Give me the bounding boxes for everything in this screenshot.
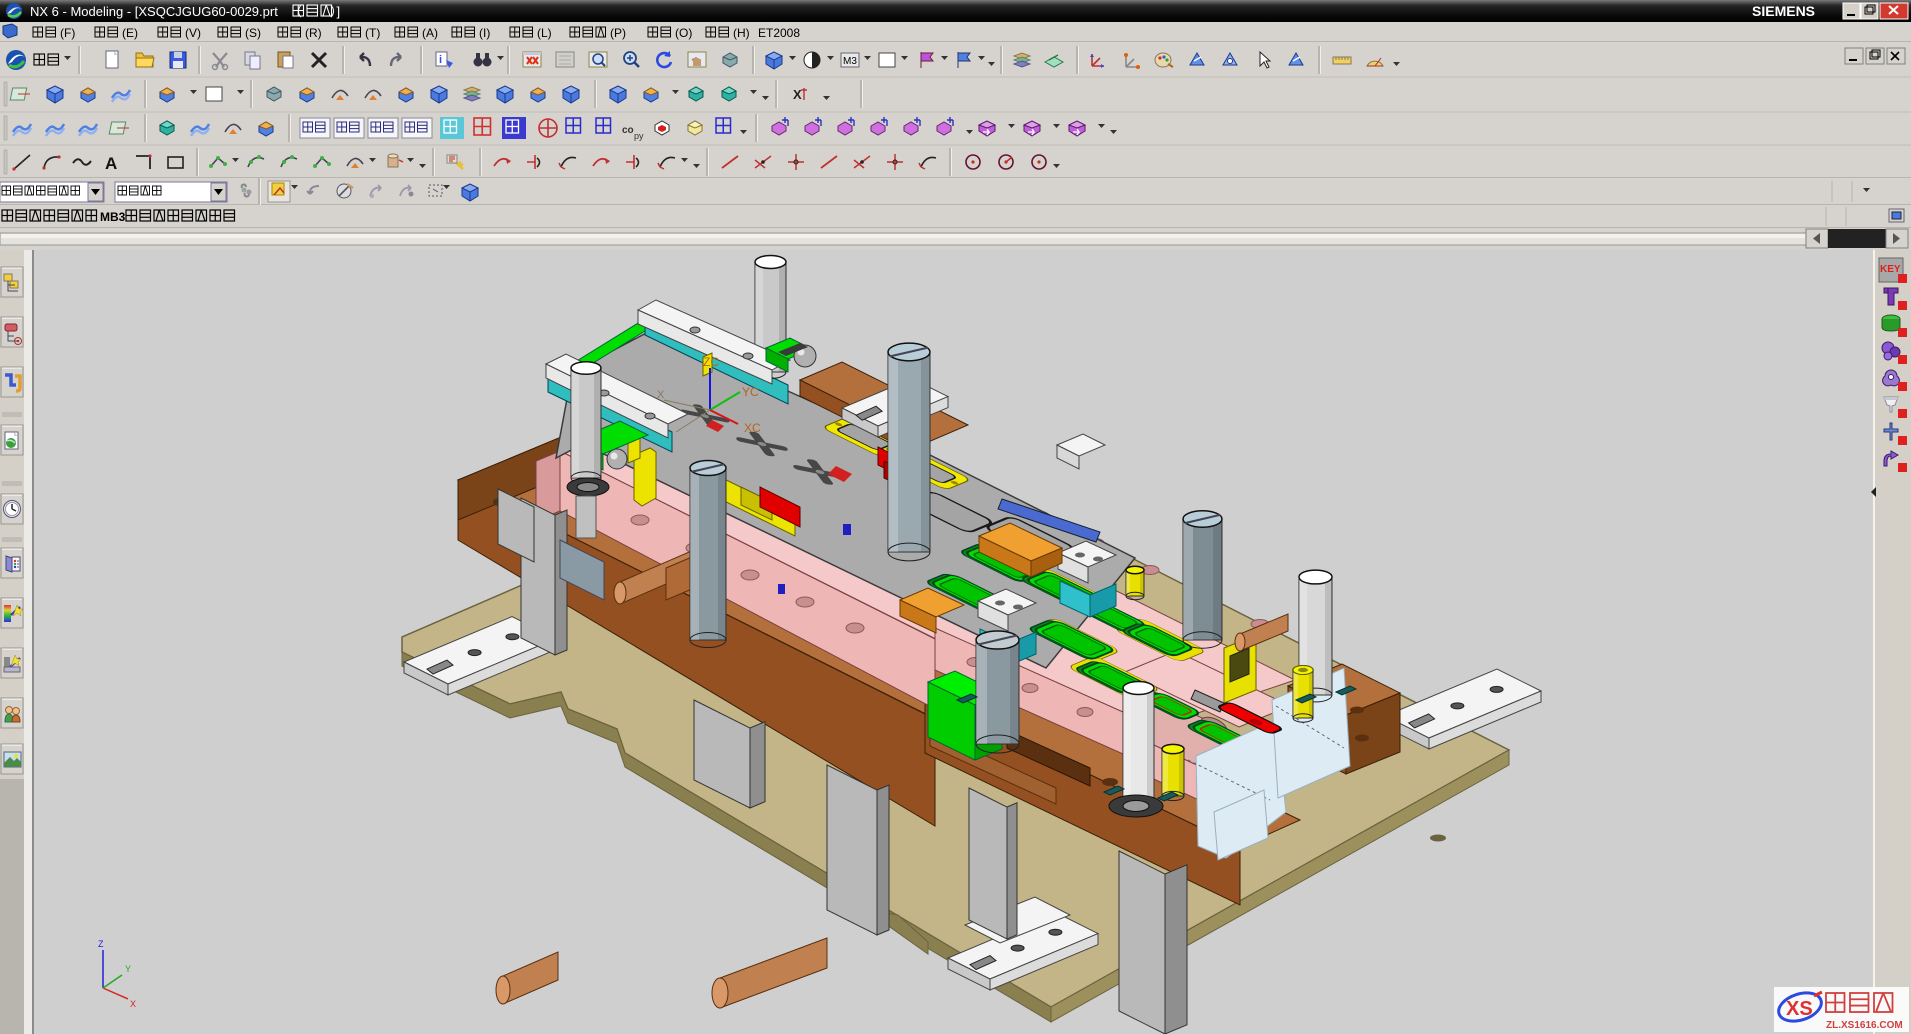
svg-text:KEY: KEY <box>1880 264 1901 275</box>
svg-text:(O): (O) <box>675 26 692 40</box>
svg-text:YC: YC <box>742 385 759 399</box>
svg-text:MB3: MB3 <box>100 210 126 224</box>
svg-text:M3: M3 <box>843 56 857 67</box>
svg-text:co: co <box>622 125 634 136</box>
svg-text:(L): (L) <box>537 26 552 40</box>
svg-text:XC: XC <box>744 421 761 435</box>
svg-text:NX 6 - Modeling - [XSQCJGUG60-: NX 6 - Modeling - [XSQCJGUG60-0029.prt <box>30 4 278 19</box>
svg-text:Z: Z <box>98 939 104 949</box>
svg-text:(E): (E) <box>122 26 138 40</box>
svg-text:(I): (I) <box>479 26 490 40</box>
svg-text:py: py <box>634 131 644 141</box>
svg-text:(H): (H) <box>733 26 750 40</box>
svg-text:ZL.XS1616.COM: ZL.XS1616.COM <box>1826 1020 1903 1031</box>
svg-text:XS: XS <box>1786 998 1813 1020</box>
svg-text:(P): (P) <box>610 26 626 40</box>
svg-text:（: （ <box>289 4 302 19</box>
svg-text:X: X <box>657 389 665 401</box>
svg-text:(R): (R) <box>305 26 322 40</box>
svg-text:X: X <box>130 999 136 1009</box>
svg-text:(S): (S) <box>245 26 261 40</box>
svg-text:Y: Y <box>125 964 131 974</box>
svg-text:i: i <box>439 54 442 66</box>
svg-text:A: A <box>105 154 117 173</box>
svg-text:(A): (A) <box>422 26 438 40</box>
svg-text:）]: ）] <box>330 4 340 19</box>
svg-text:(T): (T) <box>365 26 380 40</box>
svg-text:SIEMENS: SIEMENS <box>1752 3 1815 19</box>
svg-text:(F): (F) <box>60 26 75 40</box>
svg-text:X: X <box>793 87 802 102</box>
svg-text:ZC: ZC <box>703 355 719 369</box>
svg-text:(V): (V) <box>185 26 201 40</box>
svg-text:ET2008: ET2008 <box>758 26 800 40</box>
